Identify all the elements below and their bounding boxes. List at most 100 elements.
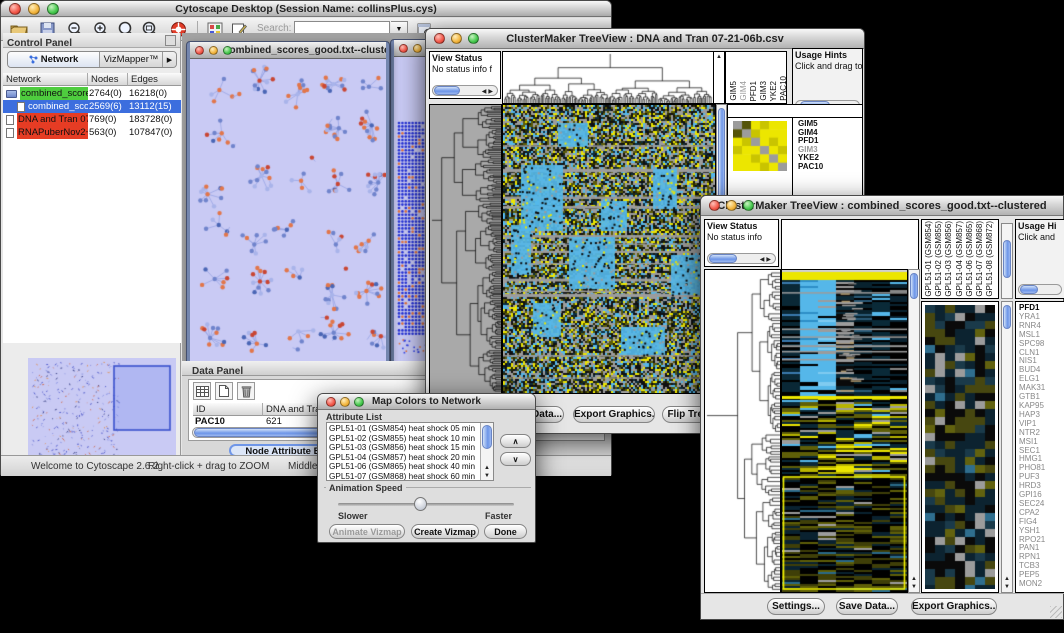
zoom-button[interactable] [468,33,479,44]
float-panel-icon[interactable] [165,35,176,46]
row-dendrogram-canvas[interactable] [705,270,780,592]
column-label[interactable]: GPL51-03 (GSM856) [945,221,953,297]
minimize-button[interactable] [451,33,462,44]
scroll-down-arrow[interactable]: ▼ [909,584,919,590]
move-down-button[interactable]: ∨ [500,452,531,466]
heatmap-canvas[interactable] [782,270,907,592]
save-data-button[interactable]: Save Data... [836,598,898,615]
heatmap-panel[interactable] [781,269,908,593]
column-label[interactable]: GPL51-04 (GSM857) [956,221,964,297]
resize-grip[interactable] [1050,606,1062,618]
dialog-titlebar[interactable]: Map Colors to Network [318,394,535,410]
attribute-item[interactable]: GPL51-02 (GSM855) heat shock 10 min [329,434,493,444]
scroll-arrows[interactable]: ◀▶ [760,256,773,263]
column-header-edges[interactable]: Edges [128,73,181,86]
delete-attribute-button[interactable] [237,382,255,400]
attribute-list-label: Attribute List [326,412,382,422]
zoom-button[interactable] [354,397,364,407]
column-header-nodes[interactable]: Nodes [88,73,128,86]
column-header-network[interactable]: Network [3,73,88,86]
column-label[interactable]: GPL51-08 (GSM872) [986,221,994,297]
attribute-item[interactable]: GPL51-04 (GSM857) heat shock 20 min [329,453,493,463]
zoom-heatmap-canvas[interactable] [925,305,995,589]
close-button[interactable] [709,200,720,211]
select-attributes-button[interactable] [193,382,211,400]
heatmap-panel[interactable] [502,104,716,394]
scroll-down-arrow[interactable]: ▼ [481,473,493,479]
column-dendrogram-canvas[interactable] [503,52,713,103]
minimize-button[interactable] [413,44,422,53]
tab-network[interactable]: Network [8,52,100,67]
network-canvas[interactable] [190,59,386,361]
column-dendrogram-panel[interactable] [502,51,714,104]
main-titlebar[interactable]: Cytoscape Desktop (Session Name: collins… [1,1,611,17]
scroll-up-arrow[interactable]: ▲ [714,54,724,60]
column-label[interactable]: GPL51-06 (GSM865) [966,221,974,297]
export-graphics-button[interactable]: Export Graphics... [573,406,655,423]
column-labels-scrollbar[interactable] [1001,223,1013,299]
dialog-title: Map Colors to Network [372,396,481,407]
network-row[interactable]: RNAPuberNov2+ 563(0) 107847(0) [3,126,181,139]
network-overview-canvas[interactable] [28,358,176,463]
tab-more-button[interactable]: ▶ [162,52,176,67]
treeview-button-bar: Settings... Save Data... Export Graphics… [701,593,1064,620]
network-window1-titlebar[interactable]: combined_scores_good.txt--cluste... [190,42,386,59]
data-column-id[interactable]: ID [193,403,263,416]
new-attribute-button[interactable] [215,382,233,400]
minimize-button[interactable] [28,3,40,15]
zoom-button[interactable] [223,46,232,55]
attribute-item[interactable]: GPL51-06 (GSM865) heat shock 40 min [329,462,493,472]
speed-slider-thumb[interactable] [414,497,427,511]
tab-vizmapper[interactable]: VizMapper™ [100,52,162,67]
minimize-button[interactable] [726,200,737,211]
minimize-button[interactable] [340,397,350,407]
scroll-down-arrow[interactable]: ▼ [1002,584,1012,590]
attribute-item[interactable]: GPL51-01 (GSM854) heat shock 05 min [329,424,493,434]
attribute-item[interactable]: GPL51-03 (GSM856) heat shock 15 min [329,443,493,453]
scroll-arrows[interactable]: ◀▶ [482,88,495,95]
gene-label[interactable]: PAC10 [798,163,823,172]
correlation-matrix-canvas[interactable] [733,121,787,171]
zoom-detail-panel[interactable] [921,301,999,593]
row-dendrogram-panel[interactable] [704,269,781,593]
export-graphics-button[interactable]: Export Graphics... [911,598,997,615]
network-icon [29,55,38,64]
zoom-button[interactable] [743,200,754,211]
treeview-combined-titlebar[interactable]: ClusterMaker TreeView : combined_scores_… [701,196,1063,216]
view-status-scrollbar[interactable]: ◀▶ [432,85,498,96]
close-button[interactable] [9,3,21,15]
attribute-listbox[interactable]: GPL51-01 (GSM854) heat shock 05 minGPL51… [326,422,494,481]
settings-button[interactable]: Settings... [767,598,825,615]
close-button[interactable] [195,46,204,55]
close-button[interactable] [399,44,408,53]
done-button[interactable]: Done [484,524,527,539]
data-row-value: 621 [266,416,282,427]
move-up-button[interactable]: ∧ [500,434,531,448]
minimize-button[interactable] [209,46,218,55]
gene-label[interactable]: MON2 [1019,580,1045,589]
close-button[interactable] [326,397,336,407]
row-dendrogram-canvas[interactable] [430,105,501,393]
create-vizmap-button[interactable]: Create Vizmap [411,524,479,539]
usage-hints-scrollbar[interactable] [1018,284,1062,295]
scroll-up-arrow[interactable]: ▲ [1002,576,1012,582]
column-label[interactable]: GPL51-07 (GSM868) [976,221,984,297]
column-label[interactable]: GPL51-02 (GSM855) [935,221,943,297]
view-status-scrollbar[interactable]: ◀▶ [707,253,776,264]
zoom-button[interactable] [47,3,59,15]
column-label[interactable]: GPL51-01 (GSM854) [925,221,933,297]
close-button[interactable] [434,33,445,44]
network-row-selected[interactable]: combined_sco 2569(6) 13112(15) [3,100,181,113]
heatmap-canvas[interactable] [503,105,715,393]
attribute-grid-icon [196,386,209,397]
network-row[interactable]: combined_scores 2764(0) 16218(0) [3,87,181,100]
attribute-list-scrollbar[interactable]: ▲ ▼ [480,423,493,480]
treeview-dna-titlebar[interactable]: ClusterMaker TreeView : DNA and Tran 07-… [426,29,864,49]
scroll-up-arrow[interactable]: ▲ [481,465,493,471]
attribute-item[interactable]: GPL51-07 (GSM868) heat shock 60 min [329,472,493,482]
scroll-up-arrow[interactable]: ▲ [909,576,919,582]
row-dendrogram-panel[interactable] [429,104,502,394]
network-row[interactable]: DNA and Tran 07 769(0) 183728(0) [3,113,181,126]
zoom-vertical-scrollbar[interactable]: ▲ ▼ [1001,301,1013,593]
heatmap-vertical-scrollbar[interactable]: ▲ ▼ [908,269,920,593]
